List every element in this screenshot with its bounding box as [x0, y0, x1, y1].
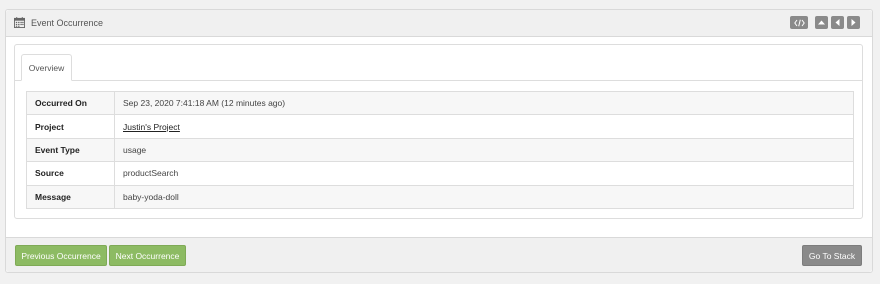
view-json-button[interactable]: [790, 16, 808, 29]
tab-container: Overview Occurred On Sep 23, 2020 7:41:1…: [14, 44, 863, 219]
message-value: baby-yoda-doll: [114, 184, 854, 209]
table-row: Message baby-yoda-doll: [26, 184, 854, 209]
row-label: Occurred On: [26, 90, 115, 116]
tab-overview[interactable]: Overview: [21, 54, 72, 81]
project-cell: Justin's Project: [114, 114, 854, 139]
project-link[interactable]: Justin's Project: [123, 122, 180, 132]
header-toolbar: [790, 16, 860, 29]
chevron-right-icon: [851, 19, 856, 26]
panel-header: Event Occurrence: [6, 10, 872, 37]
previous-button[interactable]: [831, 16, 844, 29]
source-value: productSearch: [114, 161, 854, 186]
table-row: Project Justin's Project: [26, 114, 854, 139]
row-label: Event Type: [26, 137, 115, 163]
occurred-on-value: Sep 23, 2020 7:41:18 AM (12 minutes ago): [114, 90, 854, 116]
next-occurrence-button[interactable]: Next Occurrence: [109, 245, 186, 266]
code-icon: [793, 19, 805, 26]
table-row: Event Type usage: [26, 137, 854, 163]
scroll-top-button[interactable]: [815, 16, 828, 29]
row-label: Project: [26, 114, 115, 139]
row-label: Source: [26, 161, 115, 186]
details-table: Occurred On Sep 23, 2020 7:41:18 AM (12 …: [26, 90, 854, 209]
row-label: Message: [26, 184, 115, 209]
tab-overview-label: Overview: [28, 62, 65, 73]
table-row: Occurred On Sep 23, 2020 7:41:18 AM (12 …: [26, 90, 854, 116]
chevron-left-icon: [835, 19, 840, 26]
event-occurrence-panel: Event Occurrence Overview Occurred On Se…: [5, 9, 873, 273]
event-type-value: usage: [114, 137, 854, 163]
panel-title: Event Occurrence: [31, 18, 104, 28]
table-row: Source productSearch: [26, 161, 854, 186]
previous-occurrence-button[interactable]: Previous Occurrence: [15, 245, 107, 266]
go-to-stack-button[interactable]: Go To Stack: [802, 245, 862, 266]
calendar-icon: [14, 17, 25, 28]
chevron-up-icon: [818, 20, 825, 25]
panel-footer: Previous Occurrence Next Occurrence Go T…: [6, 237, 872, 272]
next-button[interactable]: [847, 16, 860, 29]
tab-divider: [15, 80, 862, 81]
